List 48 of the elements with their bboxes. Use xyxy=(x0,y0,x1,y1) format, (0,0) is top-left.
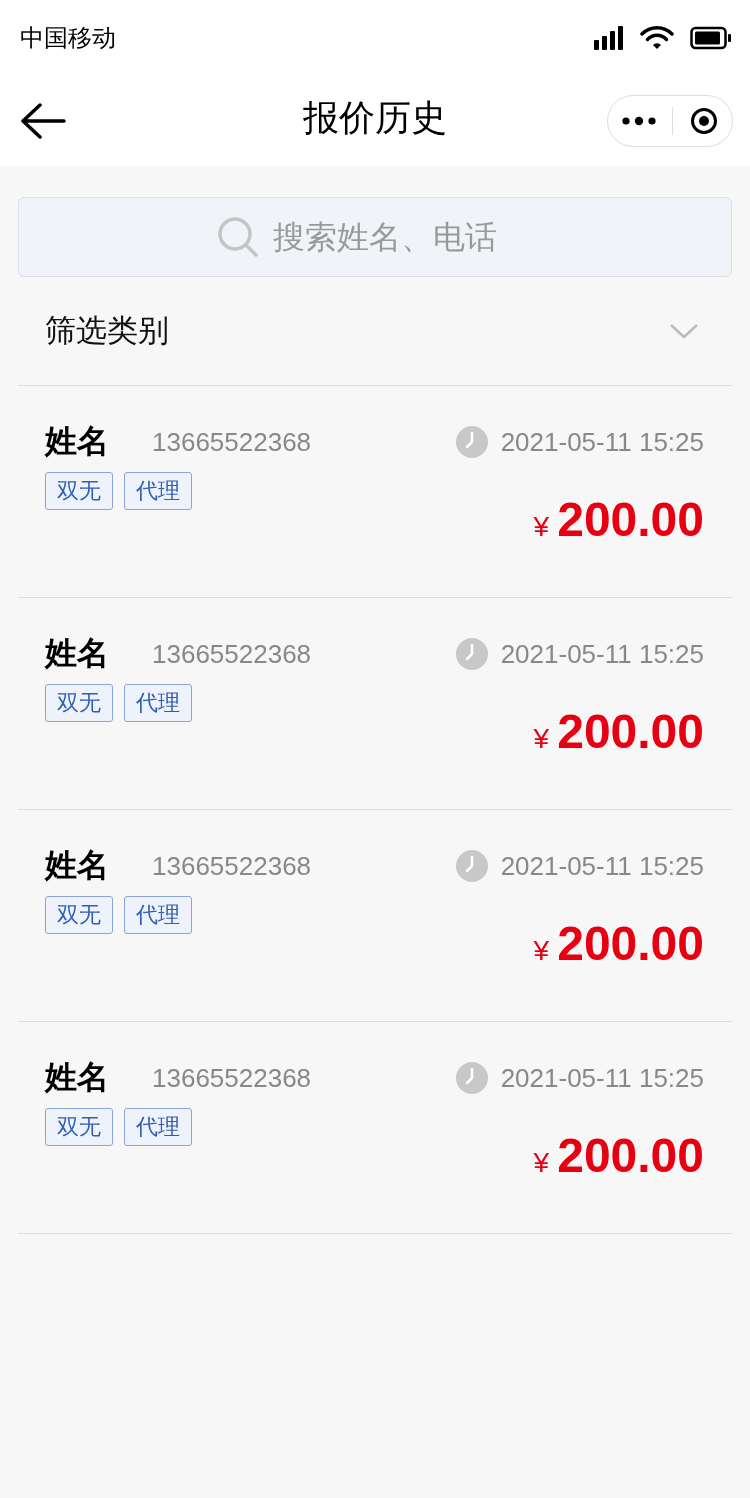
currency-symbol: ¥ xyxy=(533,935,550,967)
category-tag: 双无 xyxy=(45,896,113,934)
close-target-icon[interactable] xyxy=(689,106,718,135)
category-tag: 代理 xyxy=(124,472,192,510)
customer-name: 姓名 xyxy=(45,634,110,673)
clock-icon xyxy=(454,425,489,459)
record-item[interactable]: 姓名 13665522368 2021-05-11 15:25 双无 代理 ¥ 200.00 xyxy=(18,386,732,598)
customer-name: 姓名 xyxy=(45,1058,110,1097)
price-amount: 200.00 xyxy=(557,704,704,759)
category-tag: 双无 xyxy=(45,684,113,722)
phone-number: 13665522368 xyxy=(152,1062,312,1094)
currency-symbol: ¥ xyxy=(533,511,550,543)
currency-symbol: ¥ xyxy=(533,1147,550,1179)
filter-dropdown[interactable]: 筛选类别 xyxy=(18,277,732,386)
price-amount: 200.00 xyxy=(557,492,704,547)
record-item[interactable]: 姓名 13665522368 2021-05-11 15:25 双无 代理 ¥ 200.00 xyxy=(18,1022,732,1234)
quote-time: 2021-05-11 15:25 xyxy=(500,638,704,670)
more-icon[interactable] xyxy=(622,115,657,126)
category-tag: 代理 xyxy=(124,1108,192,1146)
phone-number: 13665522368 xyxy=(152,426,312,458)
signal-icon xyxy=(594,25,624,50)
quote-time: 2021-05-11 15:25 xyxy=(500,850,704,882)
phone-number: 13665522368 xyxy=(152,850,312,882)
currency-symbol: ¥ xyxy=(533,723,550,755)
customer-name: 姓名 xyxy=(45,422,110,461)
clock-icon xyxy=(454,849,489,883)
price-amount: 200.00 xyxy=(557,916,704,971)
quote-time: 2021-05-11 15:25 xyxy=(500,426,704,458)
phone-number: 13665522368 xyxy=(152,638,312,670)
back-arrow-icon[interactable] xyxy=(20,102,66,139)
customer-name: 姓名 xyxy=(45,846,110,885)
battery-icon xyxy=(690,25,732,50)
category-tag: 双无 xyxy=(45,1108,113,1146)
category-tag: 代理 xyxy=(124,684,192,722)
record-item[interactable]: 姓名 13665522368 2021-05-11 15:25 双无 代理 ¥ 200.00 xyxy=(18,810,732,1022)
chevron-down-icon xyxy=(669,323,699,339)
category-tag: 双无 xyxy=(45,472,113,510)
record-item[interactable]: 姓名 13665522368 2021-05-11 15:25 双无 代理 ¥ 200.00 xyxy=(18,598,732,810)
carrier-name: 中国移动 xyxy=(20,22,116,53)
wifi-icon xyxy=(640,24,674,51)
price-amount: 200.00 xyxy=(557,1128,704,1183)
clock-icon xyxy=(454,1061,489,1095)
clock-icon xyxy=(454,637,489,671)
quote-time: 2021-05-11 15:25 xyxy=(500,1062,704,1094)
search-field[interactable]: 搜索姓名、电话 xyxy=(273,218,533,256)
category-tag: 代理 xyxy=(124,896,192,934)
search-icon xyxy=(217,216,259,258)
page-title: 报价历史 xyxy=(303,96,447,140)
